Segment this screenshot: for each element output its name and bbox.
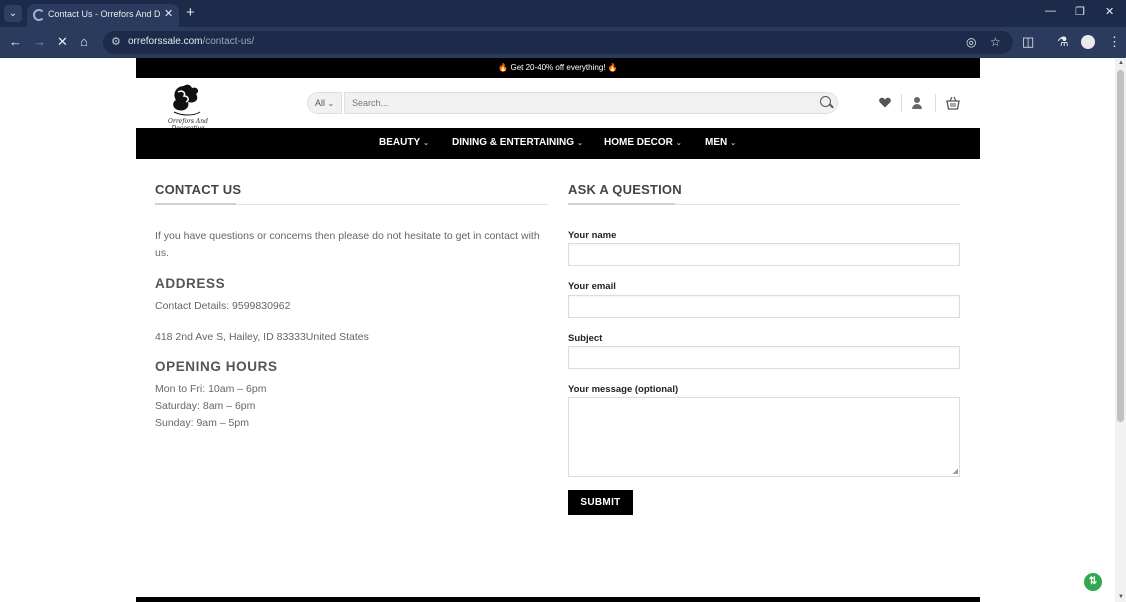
scroll-thumb[interactable] [1117, 70, 1124, 422]
address-text: 418 2nd Ave S, Hailey, ID 83333United St… [155, 331, 369, 343]
chevron-down-icon: ⌄ [327, 99, 335, 108]
footer-top-bar [136, 597, 980, 602]
contact-intro-text: If you have questions or concerns then p… [155, 230, 540, 259]
browser-toolbar: ← → ✕ ⌂ ⚙ orreforssale.com/contact-us/ ◎… [0, 27, 1126, 58]
header-divider [901, 94, 902, 112]
title-underline [155, 203, 236, 205]
profile-icon[interactable] [1081, 35, 1095, 49]
nav-item-men[interactable]: MEN ⌄ [705, 137, 736, 148]
bookmark-star-icon[interactable]: ☆ [990, 35, 1001, 49]
hours-sunday: Sunday: 9am – 5pm [155, 417, 249, 429]
extensions-icon[interactable]: ◫ [1022, 34, 1034, 50]
home-icon[interactable]: ⌂ [80, 34, 88, 49]
browser-tab-strip: ⌄ Contact Us - Orrefors And Decorative ✕… [0, 0, 1126, 27]
eye-off-icon[interactable]: ◎ [966, 35, 976, 49]
email-label: Your email [568, 281, 616, 292]
search-icon[interactable] [820, 96, 831, 107]
page-viewport: 🔥 Get 20-40% off everything! 🔥 Orrefors … [0, 58, 1115, 602]
forward-icon[interactable]: → [33, 34, 46, 49]
account-icon-body[interactable] [912, 104, 922, 109]
contact-details-text: Contact Details: 9599830962 [155, 300, 291, 312]
tab-search-icon[interactable]: ⌄ [4, 5, 22, 22]
labs-icon[interactable]: ⚗ [1057, 34, 1069, 50]
ask-question-title: ASK A QUESTION [568, 182, 682, 197]
opening-hours-heading: OPENING HOURS [155, 359, 278, 374]
message-textarea[interactable]: ◢ [568, 397, 960, 477]
email-field[interactable] [568, 295, 960, 318]
subject-field[interactable] [568, 346, 960, 369]
nav-item-dining-entertaining[interactable]: DINING & ENTERTAINING ⌄ [452, 137, 583, 148]
nav-item-home-decor[interactable]: HOME DECOR ⌄ [604, 137, 682, 148]
header-divider [935, 94, 936, 112]
back-icon[interactable]: ← [9, 34, 22, 49]
tab-title: Contact Us - Orrefors And Decorative [48, 9, 160, 19]
address-bar[interactable]: ⚙ orreforssale.com/contact-us/ ◎ ☆ [103, 31, 1013, 54]
page-scrollbar[interactable]: ▲ ▼ [1115, 58, 1126, 602]
main-navigation: BEAUTY ⌄ DINING & ENTERTAINING ⌄ HOME DECO… [136, 128, 980, 159]
search-input[interactable]: Search... [344, 92, 838, 114]
site-info-icon[interactable]: ⚙ [111, 35, 121, 48]
resize-handle-icon[interactable]: ◢ [953, 468, 958, 475]
chevron-down-icon: ⌄ [577, 140, 583, 147]
stop-icon[interactable]: ✕ [57, 34, 68, 50]
browser-tab[interactable]: Contact Us - Orrefors And Decorative ✕ [27, 4, 179, 27]
site-logo[interactable]: Orrefors And Decorative [154, 82, 222, 132]
logo-figure-icon [173, 84, 201, 116]
subject-label: Subject [568, 333, 603, 344]
name-label: Your name [568, 230, 617, 241]
name-field[interactable] [568, 243, 960, 266]
address-heading: ADDRESS [155, 276, 226, 291]
minimize-icon[interactable]: — [1045, 5, 1056, 17]
nav-item-beauty[interactable]: BEAUTY ⌄ [379, 137, 429, 148]
menu-icon[interactable]: ⋮ [1108, 34, 1121, 50]
site-header: Orrefors And Decorative All ⌄ Search... [136, 78, 980, 132]
wishlist-heart-icon[interactable] [879, 97, 891, 108]
chevron-down-icon: ⌄ [730, 140, 737, 147]
search-category-select[interactable]: All ⌄ [307, 92, 342, 114]
hours-saturday: Saturday: 8am – 6pm [155, 400, 256, 412]
chevron-down-icon: ⌄ [675, 140, 682, 147]
url-text: orreforssale.com/contact-us/ [128, 36, 255, 47]
close-window-icon[interactable]: ✕ [1105, 5, 1114, 18]
scroll-up-icon[interactable]: ▲ [1118, 60, 1124, 66]
tab-favicon-icon [33, 9, 45, 21]
message-label: Your message (optional) [568, 384, 679, 395]
submit-button[interactable]: SUBMIT [568, 490, 633, 515]
hours-weekday: Mon to Fri: 10am – 6pm [155, 383, 267, 395]
chevron-down-icon: ⌄ [423, 140, 429, 147]
tab-close-icon[interactable]: ✕ [164, 7, 173, 20]
title-underline [568, 203, 675, 205]
scroll-down-icon[interactable]: ▼ [1118, 594, 1124, 600]
account-icon[interactable] [914, 97, 920, 103]
chat-widget-icon[interactable]: ⇅ [1084, 573, 1102, 591]
promo-banner: 🔥 Get 20-40% off everything! 🔥 [136, 58, 980, 78]
new-tab-icon[interactable]: + [186, 4, 195, 21]
contact-us-title: CONTACT US [155, 182, 242, 197]
cart-basket-icon[interactable] [946, 96, 960, 110]
restore-icon[interactable]: ❐ [1075, 5, 1085, 18]
